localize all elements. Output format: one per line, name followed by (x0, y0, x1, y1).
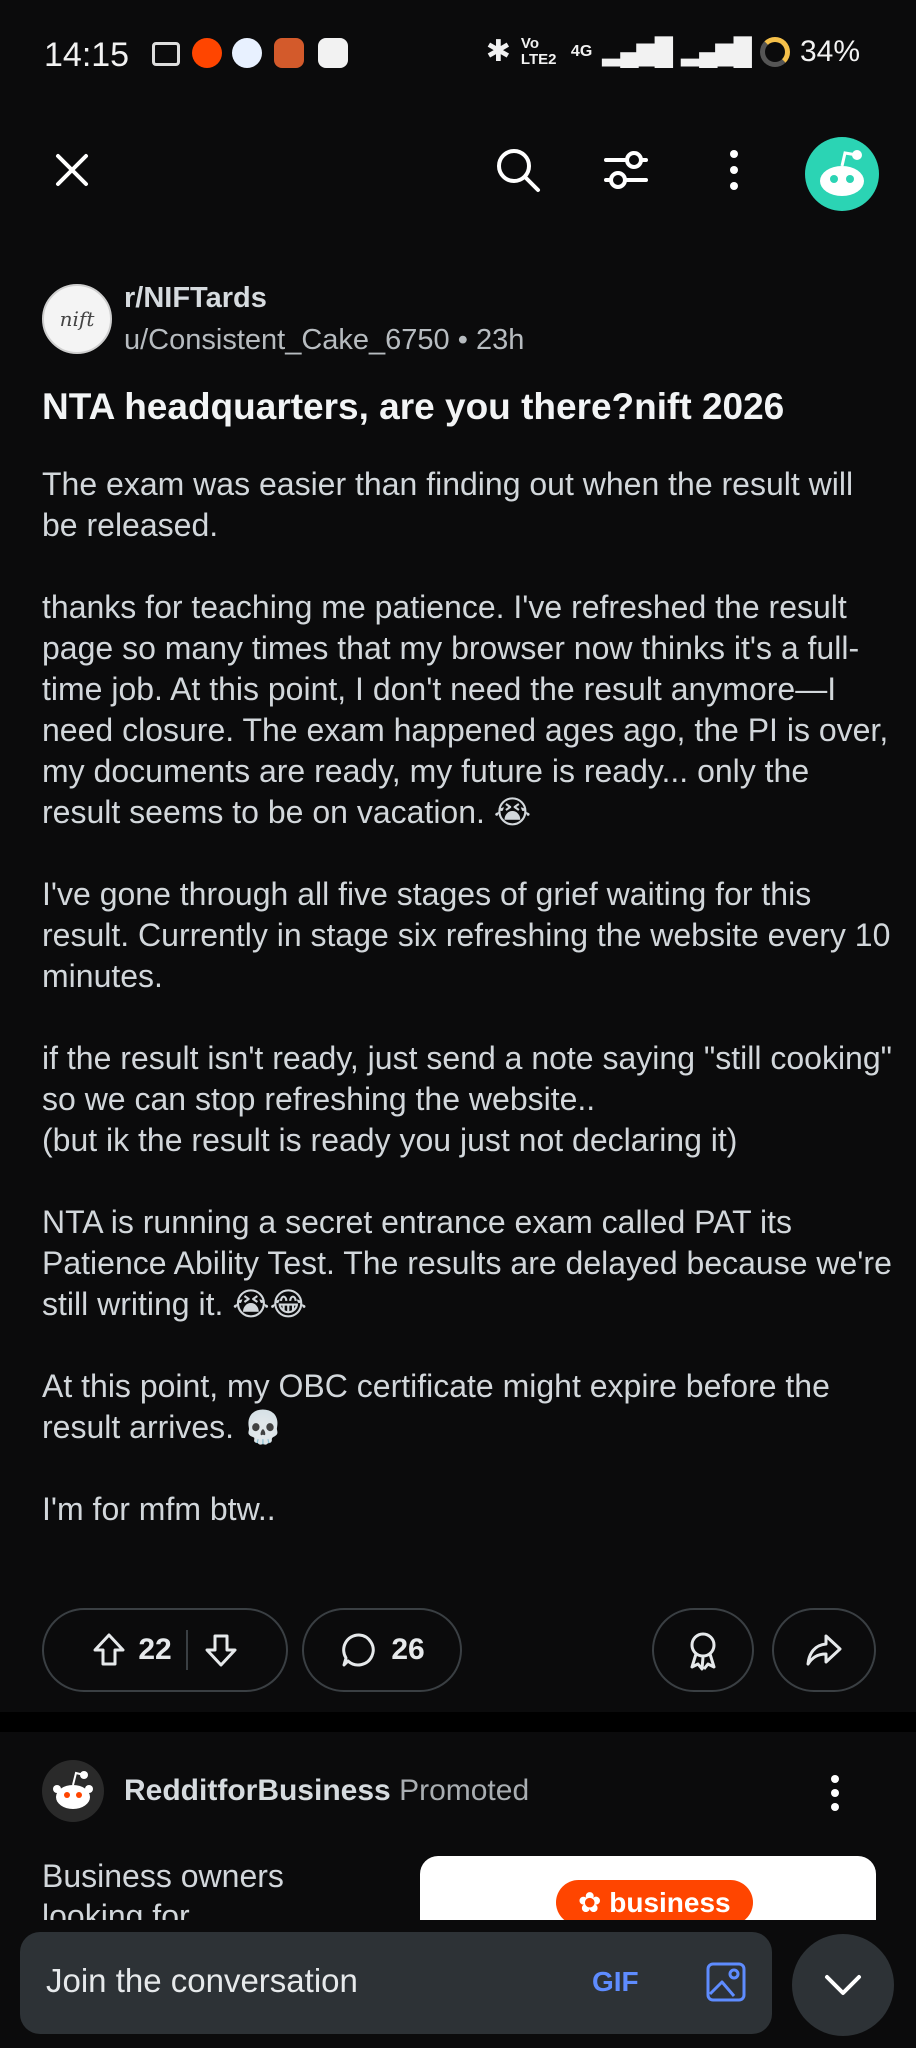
post-meta: u/Consistent_Cake_6750 • 23h (124, 324, 524, 357)
post-paragraph: I'm for mfm btw.. (42, 1491, 276, 1527)
paytm-notification-icon (232, 38, 262, 68)
avatar (805, 137, 879, 211)
notification-icon (318, 38, 348, 68)
award-icon (690, 1632, 716, 1671)
composer-placeholder[interactable]: Join the conversation (46, 1962, 358, 2000)
author-name[interactable]: u/Consistent_Cake_6750 (124, 324, 450, 356)
signal-icon: ▂▄▆█ (602, 36, 673, 66)
search-button[interactable] (478, 130, 558, 210)
post-paragraph: I've gone through all five stages of gri… (42, 876, 891, 994)
subreddit-avatar[interactable]: nift (42, 284, 112, 354)
reddit-logo-icon: ✿ (578, 1887, 610, 1918)
reddit-notification-icon (192, 38, 222, 68)
post-paragraph: thanks for teaching me patience. I've re… (42, 589, 889, 830)
image-icon (706, 1962, 746, 2002)
downvote-icon (205, 1634, 237, 1667)
post-toolbar (0, 130, 916, 220)
comment-count: 26 (391, 1633, 425, 1666)
battery-icon (759, 36, 790, 67)
promoted-image[interactable]: ✿ business (420, 1856, 876, 1920)
promoted-post[interactable]: RedditforBusiness Promoted Business owne… (42, 1760, 876, 1920)
filter-icon (604, 151, 648, 189)
promoted-avatar (42, 1760, 104, 1822)
battery-label: 34% (799, 34, 860, 68)
promoted-author-name[interactable]: RedditforBusiness (124, 1774, 391, 1807)
more-vertical-icon (831, 1775, 839, 1811)
share-icon (806, 1634, 842, 1666)
comments-button[interactable]: 26 (302, 1608, 462, 1692)
promoted-author: RedditforBusiness Promoted (124, 1774, 529, 1808)
volte-label: Vo LTE2 (520, 34, 557, 68)
reddit-snoo-icon (53, 1771, 93, 1809)
filter-button[interactable] (586, 130, 666, 210)
post-body: The exam was easier than finding out whe… (42, 464, 892, 1571)
close-icon (56, 154, 88, 186)
vote-count: 22 (138, 1633, 172, 1666)
chevron-down-icon (825, 1975, 861, 1995)
subreddit-name[interactable]: r/NIFTards (124, 282, 267, 315)
section-divider (0, 1712, 916, 1732)
award-button[interactable] (652, 1608, 754, 1692)
business-badge-label: business (609, 1887, 731, 1918)
post-paragraph: NTA is running a secret entrance exam ca… (42, 1204, 892, 1322)
post-paragraph: The exam was easier than finding out whe… (42, 466, 854, 543)
downvote-button[interactable] (202, 1631, 240, 1669)
more-options-button[interactable] (694, 130, 774, 210)
status-time: 14:15 (44, 36, 130, 74)
search-icon (497, 149, 540, 192)
post-age: 23h (475, 324, 525, 356)
network-label: 4G (570, 42, 593, 60)
signal-icon: ▂▄▆█ (681, 36, 752, 66)
upvote-button[interactable] (90, 1631, 128, 1669)
vote-divider (185, 1630, 188, 1670)
meta-separator: • (457, 324, 476, 356)
share-button[interactable] (772, 1608, 876, 1692)
vote-pill: 22 (42, 1608, 288, 1692)
post-paragraph: if the result isn't ready, just send a n… (42, 1040, 892, 1158)
comment-composer[interactable]: Join the conversation GIF (20, 1932, 772, 2034)
business-badge: ✿ business (556, 1880, 753, 1920)
status-bar: 14:15 ✱ Vo LTE2 4G ▂▄▆█ ▂▄▆█ 34% (0, 0, 916, 112)
image-button[interactable] (696, 1952, 756, 2012)
more-vertical-icon (730, 150, 738, 190)
user-avatar-button[interactable] (802, 134, 882, 214)
comment-icon (342, 1633, 375, 1667)
app-notification-icon (274, 38, 304, 68)
promoted-tag: Promoted (399, 1774, 530, 1807)
collapse-button[interactable] (792, 1934, 894, 2036)
message-notification-icon (152, 42, 180, 66)
post-paragraph: At this point, my OBC certificate might … (42, 1368, 830, 1445)
status-right: ✱ Vo LTE2 4G ▂▄▆█ ▂▄▆█ 34% (486, 34, 860, 69)
gif-button[interactable]: GIF (592, 1966, 639, 1998)
promoted-more-button[interactable] (820, 1768, 850, 1818)
upvote-icon (93, 1633, 125, 1666)
promoted-text: Business owners looking for (42, 1858, 284, 1920)
close-button[interactable] (32, 130, 112, 210)
post-title: NTA headquarters, are you there?nift 202… (42, 386, 785, 427)
post-actions: 22 26 (42, 1608, 876, 1692)
bluetooth-icon: ✱ (485, 35, 511, 68)
